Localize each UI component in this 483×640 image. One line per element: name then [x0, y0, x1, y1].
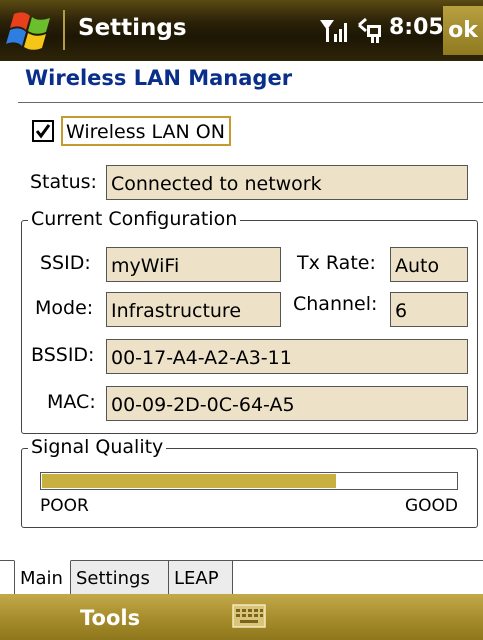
current-configuration-legend: Current Configuration	[28, 208, 241, 230]
signal-quality-fill	[42, 474, 336, 488]
signal-max-label: GOOD	[405, 496, 459, 516]
tab-strip: Main Settings LEAP	[0, 560, 483, 594]
tx-rate-field: Auto	[390, 247, 468, 282]
windows-start-icon[interactable]	[6, 8, 54, 52]
signal-quality-bar	[40, 472, 458, 490]
ok-button[interactable]: ok	[443, 6, 483, 55]
mode-label: Mode:	[35, 297, 94, 319]
signal-quality-legend: Signal Quality	[28, 436, 167, 458]
page-title: Wireless LAN Manager	[25, 66, 293, 90]
bssid-label: BSSID:	[31, 344, 95, 366]
keyboard-icon[interactable]	[232, 603, 266, 629]
connectivity-icon[interactable]	[356, 17, 384, 45]
ssid-field: myWiFi	[106, 247, 281, 282]
channel-label: Channel:	[293, 293, 378, 315]
tab-leap[interactable]: LEAP	[169, 561, 233, 594]
header-divider	[18, 102, 483, 103]
clock[interactable]: 8:05	[389, 15, 444, 40]
mac-label: MAC:	[47, 391, 96, 413]
channel-field: 6	[390, 292, 468, 327]
tab-settings[interactable]: Settings	[71, 561, 169, 594]
bssid-field: 00-17-A4-A2-A3-11	[106, 339, 468, 374]
title-bar: Settings 8:05 ok	[0, 0, 483, 61]
title-separator	[63, 10, 65, 50]
tools-menu-button[interactable]: Tools	[80, 606, 140, 630]
mode-field: Infrastructure	[106, 292, 281, 327]
signal-strength-icon[interactable]	[318, 16, 348, 46]
tx-rate-label: Tx Rate:	[297, 252, 376, 274]
wireless-on-checkbox[interactable]	[32, 120, 54, 142]
mac-field: 00-09-2D-0C-64-A5	[106, 386, 468, 421]
status-label: Status:	[30, 171, 97, 193]
signal-min-label: POOR	[40, 496, 89, 516]
wireless-on-label[interactable]: Wireless LAN ON	[61, 116, 231, 146]
tab-main[interactable]: Main	[14, 560, 71, 594]
menu-bar: Tools	[0, 594, 483, 640]
checkmark-icon	[35, 124, 51, 139]
app-title: Settings	[78, 15, 187, 41]
status-field: Connected to network	[106, 165, 468, 200]
ssid-label: SSID:	[40, 252, 91, 274]
